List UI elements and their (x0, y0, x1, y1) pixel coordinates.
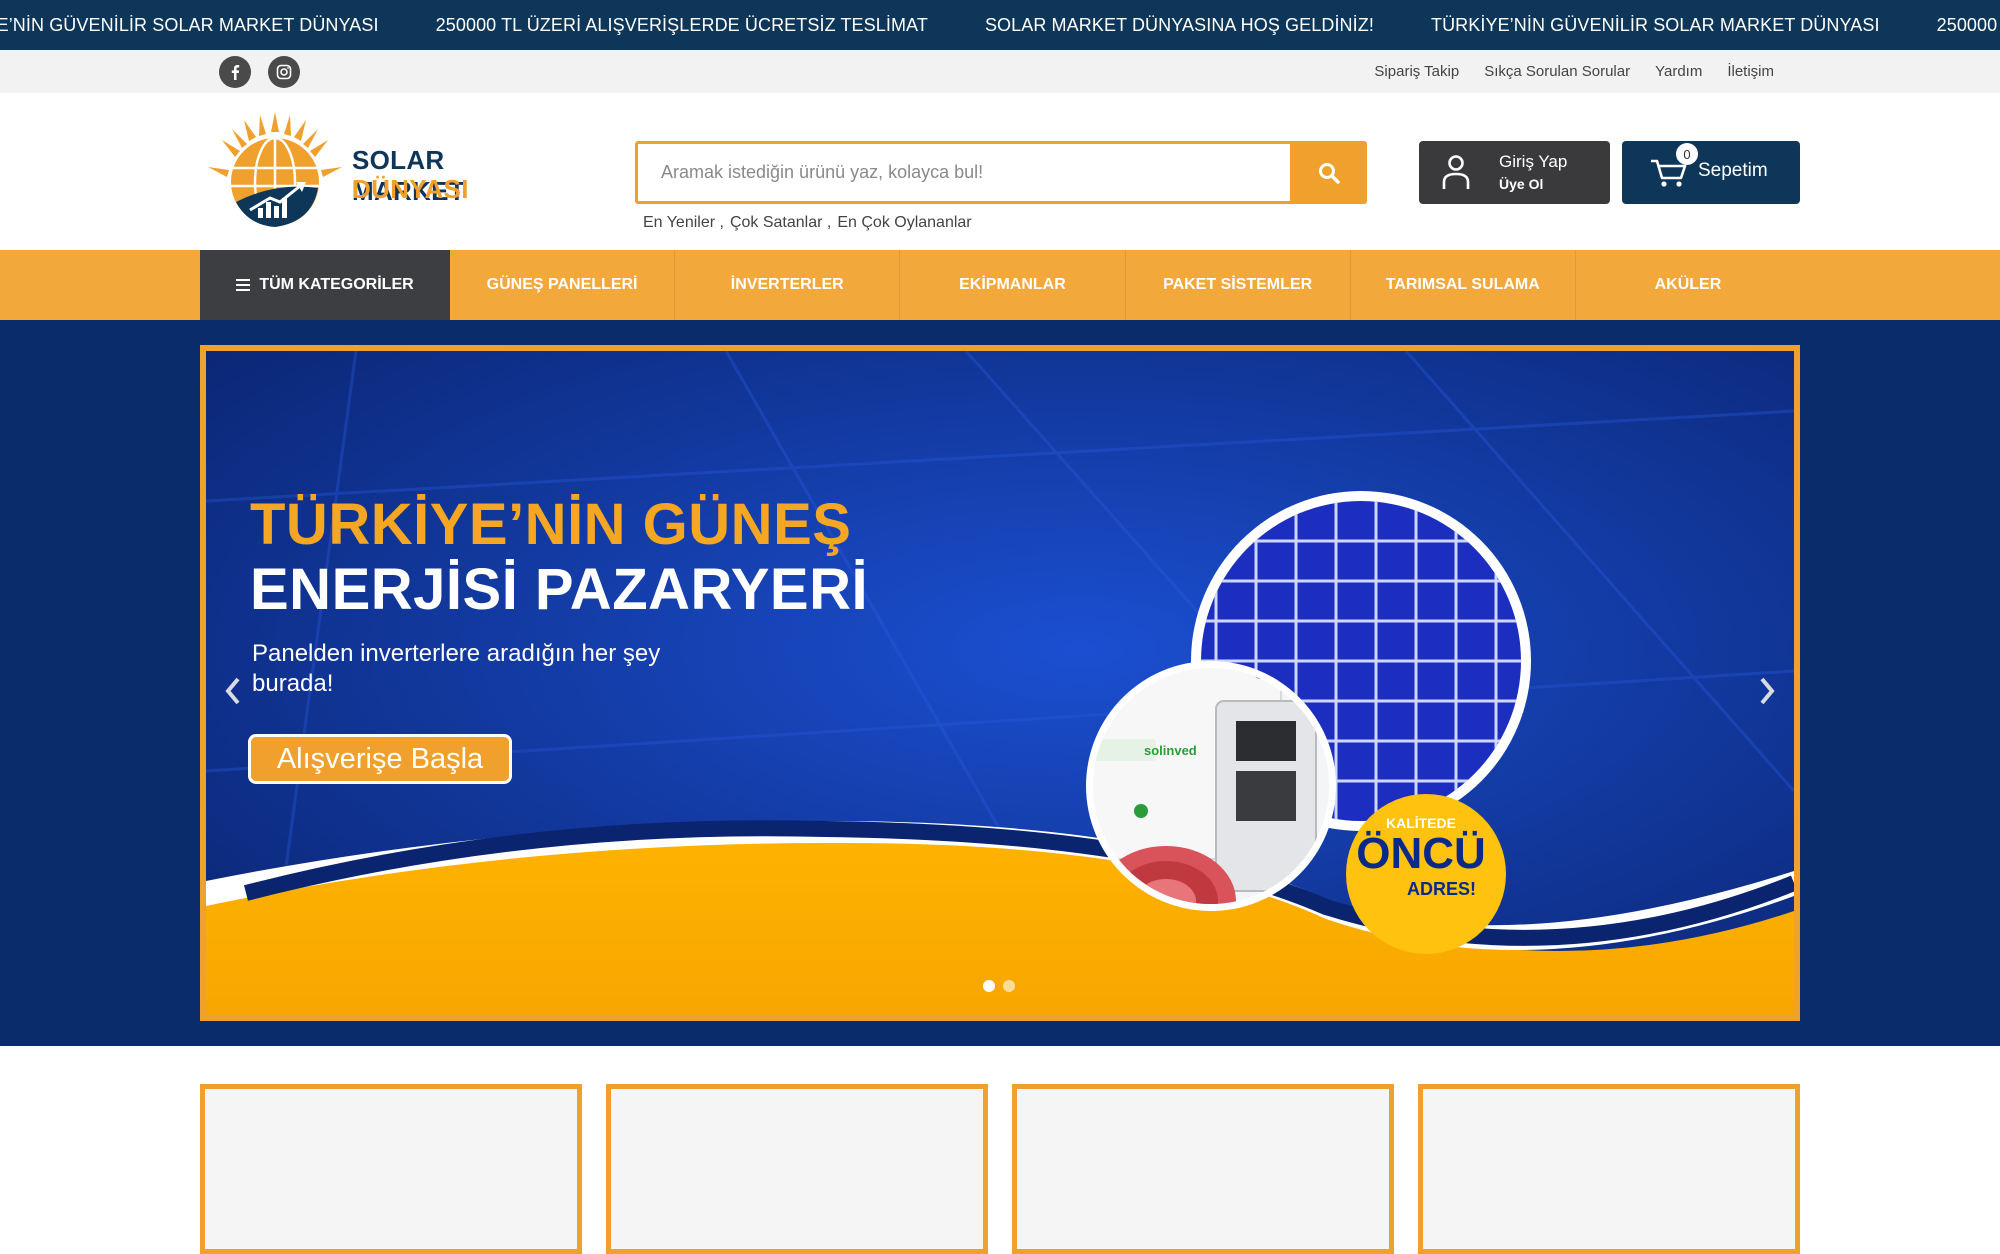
search-button[interactable] (1290, 141, 1367, 204)
device-brand-label: solinved (1144, 743, 1197, 758)
chevron-right-icon (1760, 677, 1775, 705)
quicklink-newest[interactable]: En Yeniler , (643, 214, 724, 232)
ticker-item: TÜRKİYE’NİN GÜVENİLİR SOLAR MARKET DÜNYA… (0, 14, 379, 35)
nav-item-inverters[interactable]: İNVERTERLER (675, 250, 901, 320)
site-logo[interactable]: SOLAR MARKET DÜNYASI (200, 110, 560, 235)
help-link[interactable]: Yardım (1655, 63, 1702, 80)
ticker-item: SOLAR MARKET DÜNYASINA HOŞ GELDİNİZ! (984, 14, 1374, 35)
cart-count-badge: 0 (1676, 143, 1698, 165)
ticker-item: 250000 TL ÜZERİ ALIŞVERİŞLERDE ÜCRETSİZ … (1936, 14, 2000, 35)
search-bar (635, 141, 1367, 204)
logo-text-secondary: DÜNYASI (352, 174, 469, 204)
login-label: Giriş Yap (1499, 152, 1568, 171)
search-icon (1318, 162, 1340, 184)
contact-link[interactable]: İletişim (1727, 63, 1774, 80)
quicklink-most-voted[interactable]: En Çok Oylananlar (837, 214, 971, 232)
slider-dot[interactable] (1003, 980, 1015, 992)
facebook-icon[interactable] (219, 56, 251, 88)
announcement-ticker: TÜRKİYE’NİN GÜVENİLİR SOLAR MARKET DÜNYA… (0, 0, 2000, 50)
ticker-item: TÜRKİYE’NİN GÜVENİLİR SOLAR MARKET DÜNYA… (1430, 14, 1880, 35)
nav-item-package-systems[interactable]: PAKET SİSTEMLER (1126, 250, 1351, 320)
nav-item-solar-panels[interactable]: GÜNEŞ PANELLERİ (450, 250, 676, 320)
start-shopping-button[interactable]: Alışverişe Başla (248, 734, 512, 784)
hamburger-icon (236, 279, 251, 291)
top-bar: Sipariş Takip Sıkça Sorulan Sorular Yard… (0, 50, 2000, 93)
hero-banner[interactable]: TÜRKİYE’NİN GÜNEŞ ENERJİSİ PAZARYERİ Pan… (200, 345, 1800, 1021)
slider-next-button[interactable] (1752, 671, 1782, 711)
faq-link[interactable]: Sıkça Sorulan Sorular (1484, 63, 1630, 80)
badge-line-3: ADRES! (1406, 879, 1476, 899)
all-categories-label: TÜM KATEGORİLER (259, 276, 414, 293)
sun-globe-logo-icon (208, 112, 342, 228)
top-links: Sipariş Takip Sıkça Sorulan Sorular Yard… (1374, 50, 1774, 93)
banner-headline-2: ENERJİSİ PAZARYERİ (250, 557, 869, 622)
nav-items: GÜNEŞ PANELLERİ İNVERTERLER EKİPMANLAR P… (450, 250, 1800, 320)
nav-item-agricultural-irrigation[interactable]: TARIMSAL SULAMA (1351, 250, 1576, 320)
login-button[interactable]: Giriş Yap Üye Ol (1419, 141, 1610, 204)
nav-item-batteries[interactable]: AKÜLER (1576, 250, 1800, 320)
slider-prev-button[interactable] (218, 671, 248, 711)
register-label: Üye Ol (1499, 176, 1544, 192)
ticker-track: TÜRKİYE’NİN GÜVENİLİR SOLAR MARKET DÜNYA… (0, 0, 2000, 50)
cart-button[interactable]: 0 Sepetim (1622, 141, 1800, 204)
category-card[interactable] (1418, 1084, 1800, 1254)
order-tracking-link[interactable]: Sipariş Takip (1374, 63, 1459, 80)
category-card[interactable] (200, 1084, 582, 1254)
search-input[interactable] (638, 144, 1290, 201)
quicklink-best-sellers[interactable]: Çok Satanlar , (730, 214, 831, 232)
category-card[interactable] (1012, 1084, 1394, 1254)
banner-headline-1: TÜRKİYE’NİN GÜNEŞ (250, 492, 852, 557)
slider-dot[interactable] (983, 980, 995, 992)
chevron-left-icon (225, 677, 240, 705)
ticker-item: 250000 TL ÜZERİ ALIŞVERİŞLERDE ÜCRETSİZ … (435, 14, 928, 35)
user-icon (1442, 155, 1470, 189)
banner-subtitle: Panelden inverterlere aradığın her şey b… (252, 640, 661, 697)
category-card[interactable] (606, 1084, 988, 1254)
nav-item-equipment[interactable]: EKİPMANLAR (900, 250, 1126, 320)
category-nav: TÜM KATEGORİLER GÜNEŞ PANELLERİ İNVERTER… (0, 250, 2000, 320)
instagram-icon[interactable] (268, 56, 300, 88)
slider-dots (983, 980, 1015, 992)
all-categories-button[interactable]: TÜM KATEGORİLER (200, 250, 450, 320)
search-quicklinks: En Yeniler , Çok Satanlar , En Çok Oylan… (643, 214, 972, 232)
cart-label: Sepetim (1698, 160, 1768, 181)
badge-line-2: ÖNCÜ (1356, 829, 1486, 878)
